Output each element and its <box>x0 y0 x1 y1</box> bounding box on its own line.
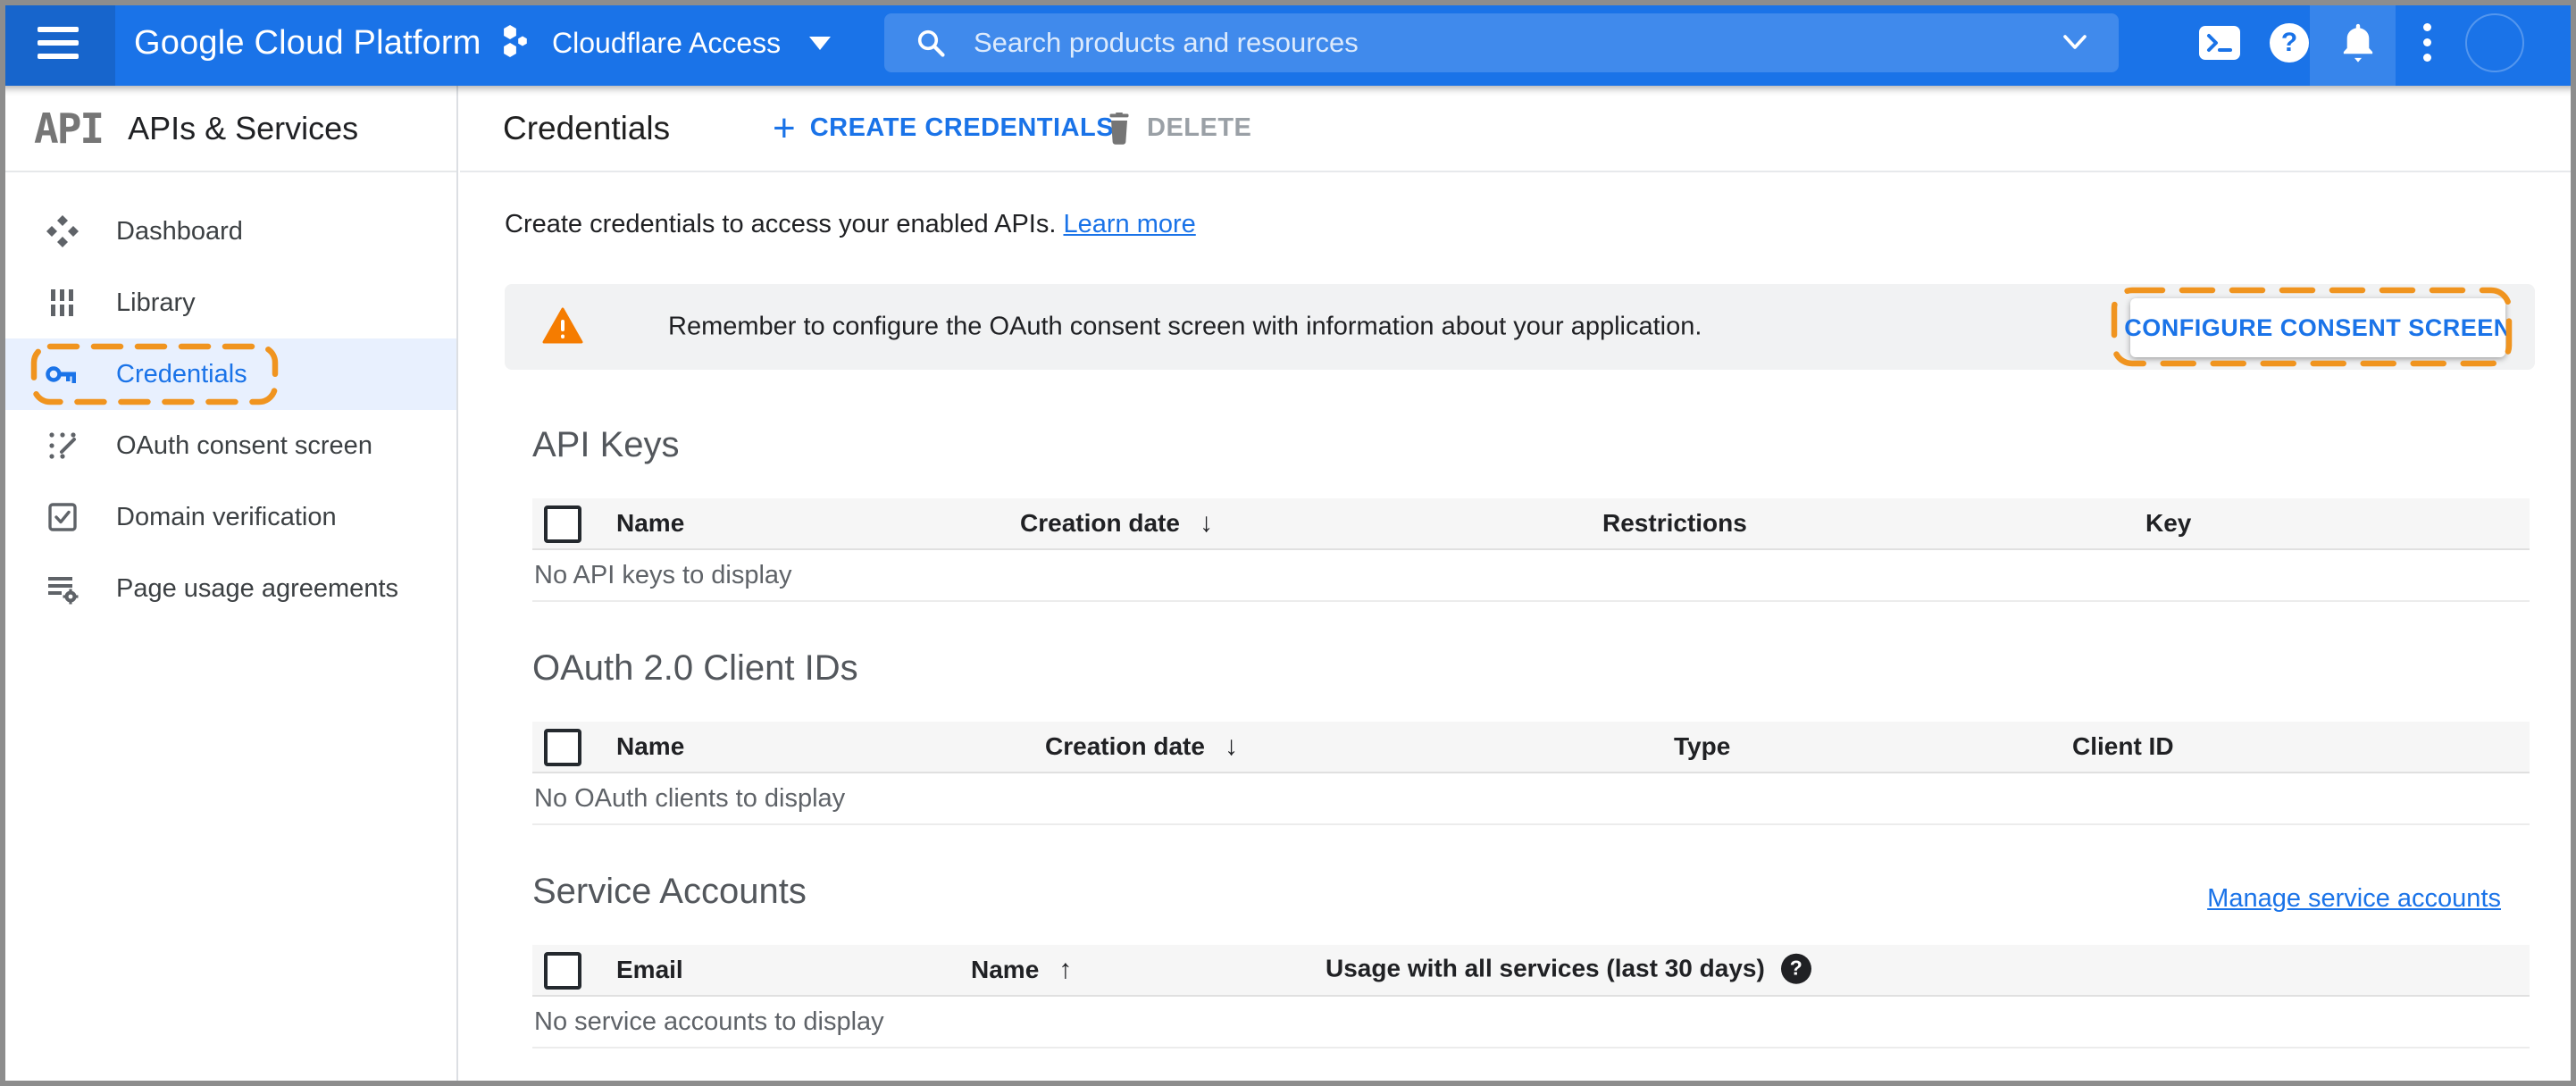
page-toolbar: Credentials + CREATE CREDENTIALS DELETE <box>460 86 2576 172</box>
select-all-checkbox[interactable] <box>544 729 581 766</box>
consent-warning-banner: Remember to configure the OAuth consent … <box>505 284 2535 370</box>
project-name: Cloudflare Access <box>552 26 782 59</box>
sidebar-title: APIs & Services <box>128 109 359 146</box>
banner-message: Remember to configure the OAuth consent … <box>668 312 1702 341</box>
learn-more-link[interactable]: Learn more <box>1063 210 1195 238</box>
project-switcher[interactable]: Cloudflare Access <box>500 0 832 86</box>
main-panel: Credentials + CREATE CREDENTIALS DELETE … <box>460 86 2576 1086</box>
api-keys-empty-row: No API keys to display <box>532 550 2530 602</box>
creation-date-label: Creation date <box>1020 509 1180 537</box>
usage-help-icon[interactable]: ? <box>1780 953 1811 984</box>
column-header-client-id[interactable]: Client ID <box>2072 732 2174 761</box>
brand-logo-text[interactable]: Google Cloud Platform <box>134 0 481 86</box>
service-accounts-section-title: Service Accounts <box>532 872 807 911</box>
sort-descending-icon: ↓ <box>1224 731 1238 761</box>
column-header-name[interactable]: Name <box>616 732 684 761</box>
select-all-checkbox[interactable] <box>544 505 581 543</box>
column-header-creation-date[interactable]: Creation date ↓ <box>1045 731 1238 762</box>
help-glyph: ? <box>2280 28 2298 57</box>
column-header-creation-date[interactable]: Creation date ↓ <box>1020 508 1213 539</box>
sidebar-item-dashboard[interactable]: Dashboard <box>0 196 456 267</box>
sidebar-header: API APIs & Services <box>0 86 456 172</box>
search-chevron-down-icon[interactable] <box>2062 33 2088 53</box>
configure-consent-screen-label: CONFIGURE CONSENT SCREEN <box>2124 313 2512 341</box>
oauth-clients-empty-row: No OAuth clients to display <box>532 773 2530 825</box>
sidebar-item-label: Library <box>116 288 196 317</box>
plus-icon: + <box>773 105 796 150</box>
service-accounts-empty-row: No service accounts to display <box>532 997 2530 1048</box>
sidebar-item-library[interactable]: Library <box>0 267 456 338</box>
intro-sentence: Create credentials to access your enable… <box>505 210 1057 238</box>
oauth-clients-section-title: OAuth 2.0 Client IDs <box>532 648 858 688</box>
column-header-email[interactable]: Email <box>616 956 683 984</box>
domain-verification-icon <box>43 500 82 534</box>
sidebar-item-label: OAuth consent screen <box>116 430 372 460</box>
api-keys-empty-text: No API keys to display <box>534 560 792 589</box>
column-header-name[interactable]: Name <box>616 509 684 538</box>
select-all-checkbox[interactable] <box>544 952 581 990</box>
page-usage-icon <box>43 572 82 606</box>
service-accounts-table-header: Email Name ↑ Usage with all services (las… <box>532 945 2530 997</box>
sidebar-item-label: Page usage agreements <box>116 573 398 603</box>
dashboard-icon <box>43 213 82 249</box>
hamburger-menu-icon[interactable] <box>38 27 79 59</box>
page-content: Create credentials to access your enable… <box>460 172 2576 1086</box>
sidebar-item-credentials[interactable]: Credentials <box>0 338 456 410</box>
delete-label: DELETE <box>1147 113 1252 142</box>
column-header-restrictions[interactable]: Restrictions <box>1602 509 1747 538</box>
sort-ascending-icon: ↑ <box>1058 955 1073 984</box>
key-icon <box>43 356 82 392</box>
sidebar-item-label: Domain verification <box>116 502 337 531</box>
sidebar-item-label: Dashboard <box>116 216 243 246</box>
service-accounts-table: Email Name ↑ Usage with all services (las… <box>532 945 2530 1048</box>
oauth-clients-empty-text: No OAuth clients to display <box>534 783 846 813</box>
sidebar-item-domain-verification[interactable]: Domain verification <box>0 481 456 553</box>
oauth-clients-table: Name Creation date ↓ Type Client ID No OA… <box>532 722 2530 825</box>
sidebar-item-page-usage-agreements[interactable]: Page usage agreements <box>0 553 456 624</box>
sidebar-item-oauth-consent-screen[interactable]: OAuth consent screen <box>0 410 456 481</box>
search-input[interactable] <box>974 27 2062 59</box>
column-header-key[interactable]: Key <box>2145 509 2191 538</box>
configure-consent-screen-button[interactable]: CONFIGURE CONSENT SCREEN <box>2124 298 2511 357</box>
more-options-icon[interactable] <box>2419 23 2435 64</box>
name-label: Name <box>971 956 1040 983</box>
cloud-shell-icon[interactable] <box>2199 26 2240 60</box>
warning-icon <box>542 307 583 344</box>
library-icon <box>43 287 82 319</box>
oauth-consent-icon <box>43 429 82 463</box>
sidebar: API APIs & Services Dashboard Library Cr… <box>0 86 458 1086</box>
help-icon[interactable]: ? <box>2270 23 2309 63</box>
sort-descending-icon: ↓ <box>1199 508 1213 538</box>
project-dropdown-triangle-icon <box>809 36 832 50</box>
sidebar-item-label: Credentials <box>116 359 247 388</box>
api-keys-table: Name Creation date ↓ Restrictions Key No … <box>532 498 2530 602</box>
notifications-bell-icon[interactable] <box>2338 21 2378 64</box>
api-keys-table-header: Name Creation date ↓ Restrictions Key <box>532 498 2530 550</box>
api-keys-section-title: API Keys <box>532 425 680 464</box>
gcp-console-window: Google Cloud Platform Cloudflare Access <box>0 0 2576 1086</box>
column-header-usage[interactable]: Usage with all services (last 30 days)? <box>1326 953 1811 986</box>
delete-button[interactable]: DELETE <box>1106 112 1252 145</box>
project-hexagons-icon <box>500 23 531 63</box>
column-header-name[interactable]: Name ↑ <box>971 955 1072 985</box>
column-header-type[interactable]: Type <box>1674 732 1730 761</box>
create-credentials-label: CREATE CREDENTIALS <box>809 113 1115 142</box>
create-credentials-button[interactable]: + CREATE CREDENTIALS <box>773 105 1115 150</box>
top-app-bar: Google Cloud Platform Cloudflare Access <box>0 0 2576 86</box>
page-title: Credentials <box>503 109 671 146</box>
api-product-logo: API <box>34 104 105 153</box>
intro-text: Create credentials to access your enable… <box>505 210 1196 239</box>
global-search-bar[interactable] <box>884 13 2119 72</box>
sidebar-nav: Dashboard Library Credentials OAuth cons… <box>0 172 456 624</box>
user-avatar[interactable] <box>2465 13 2524 72</box>
manage-service-accounts-link[interactable]: Manage service accounts <box>2207 884 2501 914</box>
creation-date-label: Creation date <box>1045 732 1205 760</box>
usage-label: Usage with all services (last 30 days) <box>1326 954 1765 982</box>
trash-icon <box>1109 112 1129 145</box>
oauth-clients-table-header: Name Creation date ↓ Type Client ID <box>532 722 2530 773</box>
search-icon <box>917 29 945 57</box>
service-accounts-empty-text: No service accounts to display <box>534 1007 884 1036</box>
